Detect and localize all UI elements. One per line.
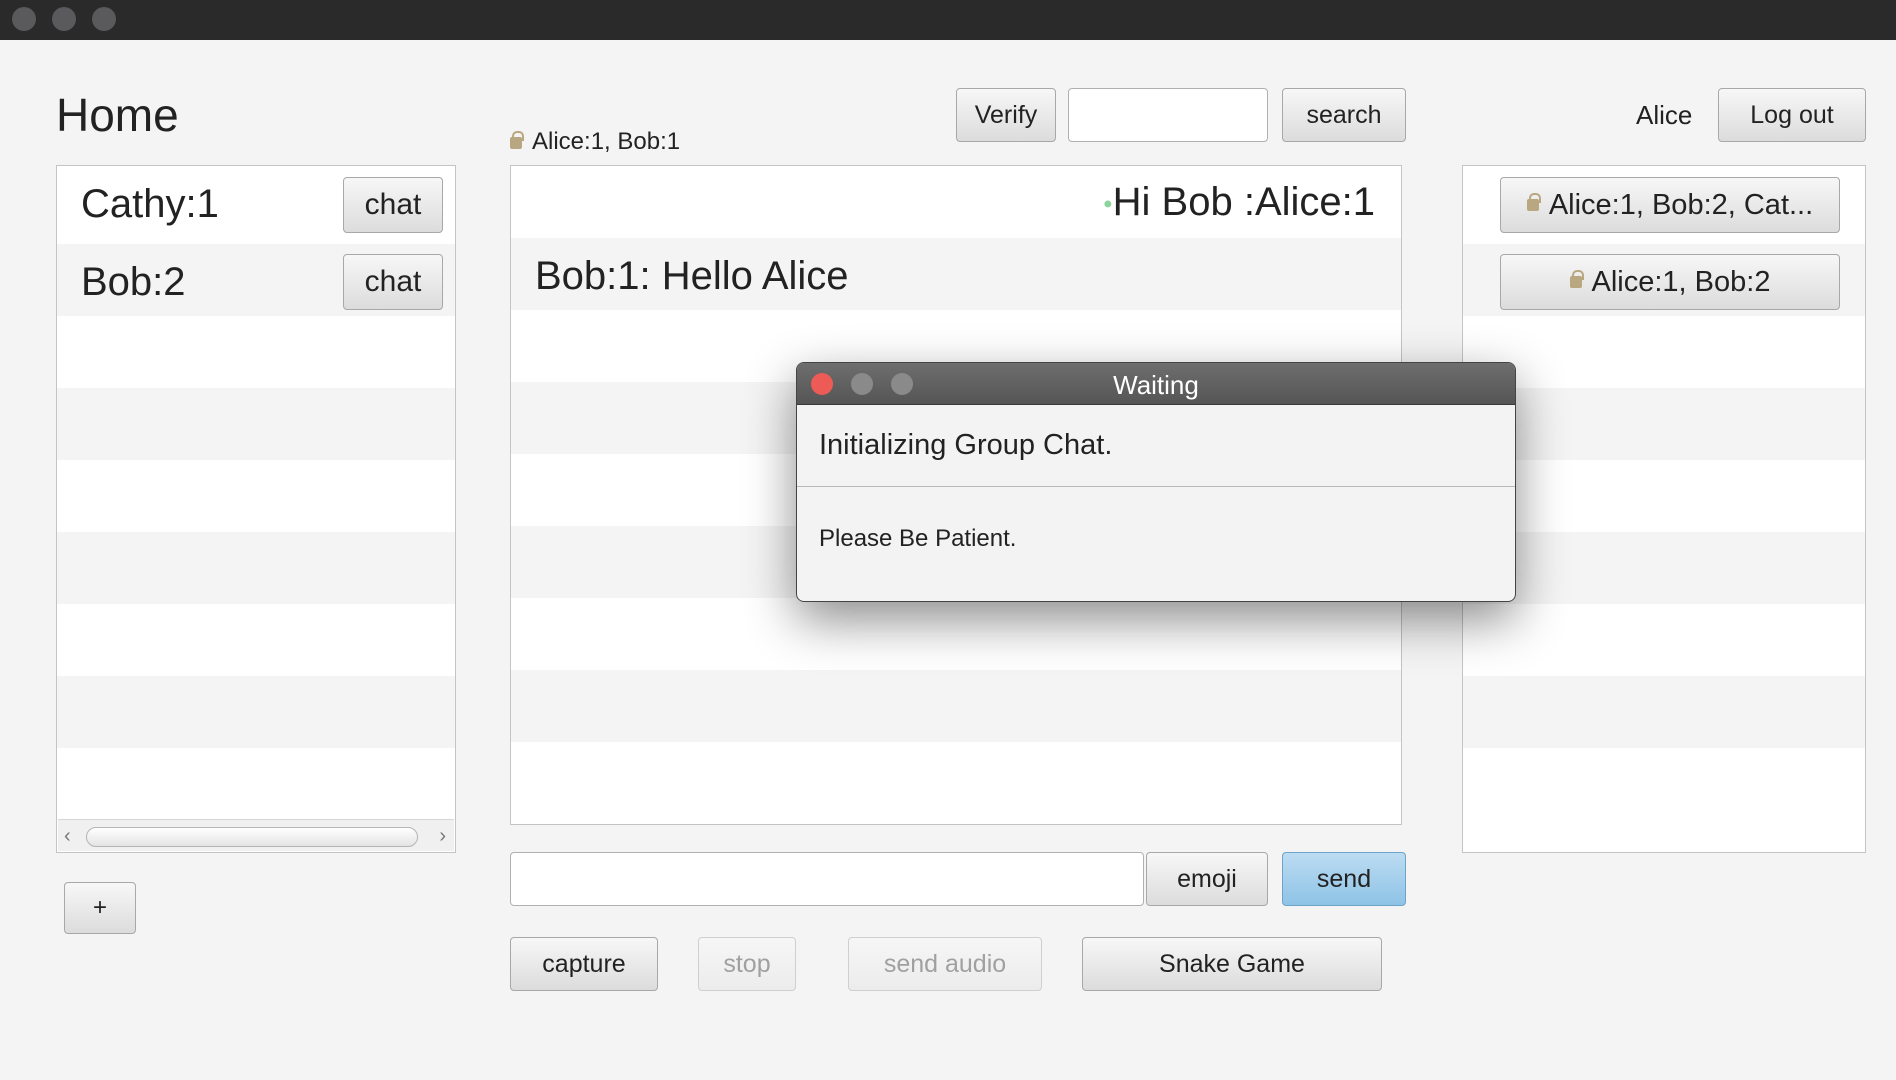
group-chat-button[interactable]: Alice:1, Bob:2, Cat...	[1500, 177, 1840, 233]
send-button[interactable]: send	[1282, 852, 1406, 906]
search-input[interactable]	[1068, 88, 1268, 142]
list-item	[57, 604, 455, 676]
dialog-message: Please Be Patient.	[819, 525, 1017, 552]
minimize-window-icon[interactable]	[52, 7, 76, 31]
lock-icon	[1526, 193, 1541, 211]
chevron-right-icon[interactable]: ›	[439, 825, 446, 848]
contact-name: Cathy:1	[81, 182, 219, 226]
message-text: ●Hi Bob :Alice:1	[1103, 180, 1375, 225]
list-item	[57, 532, 455, 604]
lock-icon	[1569, 270, 1584, 288]
dialog-titlebar: Waiting	[797, 363, 1515, 405]
page-title: Home	[56, 89, 179, 141]
close-window-icon[interactable]	[12, 7, 36, 31]
chat-header: Alice:1, Bob:1	[510, 128, 680, 156]
list-item	[57, 388, 455, 460]
contact-name: Bob:2	[81, 260, 186, 304]
list-item: Cathy:1 chat	[57, 166, 455, 238]
message-item	[511, 598, 1401, 670]
list-item	[1463, 388, 1865, 460]
list-item: Alice:1, Bob:2, Cat...	[1463, 166, 1865, 238]
scroll-thumb[interactable]	[86, 827, 418, 847]
send-audio-button[interactable]: send audio	[848, 937, 1042, 991]
message-text: Bob:1: Hello Alice	[535, 254, 849, 298]
current-user-name: Alice	[1636, 100, 1693, 130]
list-item: Bob:2 chat	[57, 244, 455, 316]
group-label: Alice:1, Bob:2	[1591, 265, 1771, 298]
status-dot-icon: ●	[1102, 195, 1113, 213]
list-item	[1463, 748, 1865, 820]
list-item	[1463, 604, 1865, 676]
group-label: Alice:1, Bob:2, Cat...	[1548, 188, 1814, 221]
horizontal-scrollbar[interactable]: ‹ ›	[58, 819, 454, 851]
logout-button[interactable]: Log out	[1718, 88, 1866, 142]
list-item	[1463, 532, 1865, 604]
dialog-title: Waiting	[1113, 370, 1199, 400]
list-item	[1463, 676, 1865, 748]
list-item: Alice:1, Bob:2	[1463, 244, 1865, 316]
message-item: Bob:1: Hello Alice	[511, 238, 1401, 310]
verify-button[interactable]: Verify	[956, 88, 1056, 142]
list-item	[57, 316, 455, 388]
list-item	[1463, 460, 1865, 532]
message-body: Hi Bob :Alice:1	[1112, 180, 1375, 224]
stop-button[interactable]: stop	[698, 937, 796, 991]
chat-participants: Alice:1, Bob:1	[532, 128, 681, 155]
dialog-header: Initializing Group Chat.	[797, 405, 1515, 487]
message-item: ●Hi Bob :Alice:1	[511, 166, 1401, 238]
list-item	[57, 748, 455, 820]
list-item	[57, 460, 455, 532]
app-window: Home Cathy:1 chat Bob:2 chat ‹ › + Verif…	[0, 40, 1896, 1080]
snake-game-button[interactable]: Snake Game	[1082, 937, 1382, 991]
contact-list: Cathy:1 chat Bob:2 chat ‹ ›	[56, 165, 456, 853]
maximize-window-icon[interactable]	[92, 7, 116, 31]
emoji-button[interactable]: emoji	[1146, 852, 1268, 906]
search-button[interactable]: search	[1282, 88, 1406, 142]
waiting-dialog: Waiting Initializing Group Chat. Please …	[796, 362, 1516, 602]
window-titlebar	[0, 0, 1896, 40]
list-item	[57, 676, 455, 748]
lock-icon	[510, 130, 524, 149]
chat-button[interactable]: chat	[343, 254, 443, 310]
message-item	[511, 670, 1401, 742]
list-item	[1463, 316, 1865, 388]
message-item	[511, 742, 1401, 814]
capture-button[interactable]: capture	[510, 937, 658, 991]
add-contact-button[interactable]: +	[64, 882, 136, 934]
dialog-header-text: Initializing Group Chat.	[819, 429, 1113, 461]
group-list: Alice:1, Bob:2, Cat... Alice:1, Bob:2	[1462, 165, 1866, 853]
group-chat-button[interactable]: Alice:1, Bob:2	[1500, 254, 1840, 310]
message-input[interactable]	[510, 852, 1144, 906]
chevron-left-icon[interactable]: ‹	[64, 825, 71, 848]
chat-button[interactable]: chat	[343, 177, 443, 233]
